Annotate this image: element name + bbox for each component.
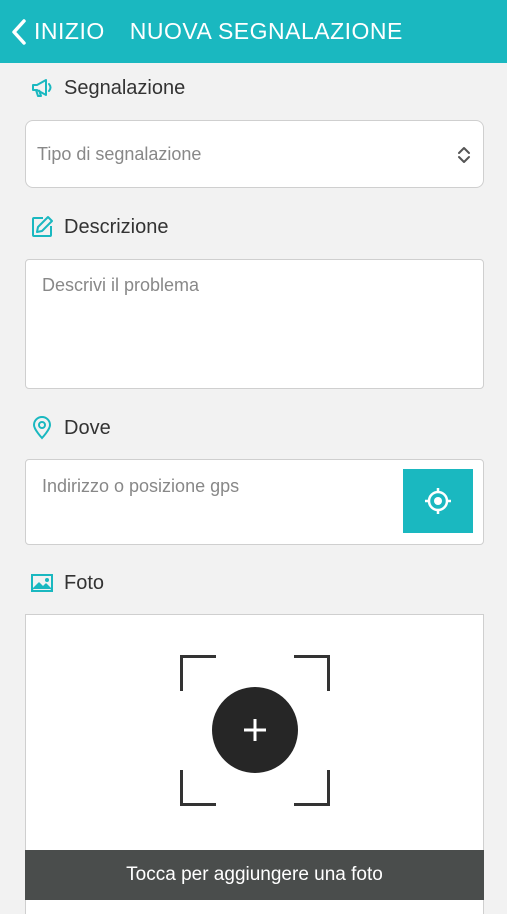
tipo-segnalazione-select[interactable]: Tipo di segnalazione [25,120,484,188]
plus-icon [244,719,266,741]
segnalazione-label-text: Segnalazione [64,76,186,99]
add-photo-bar[interactable]: Tocca per aggiungere una foto [25,850,484,900]
frame-corner-top-left [180,655,216,691]
back-label: INIZIO [34,18,105,44]
page-title: NUOVA SEGNALAZIONE [129,18,403,44]
chevron-left-icon [12,18,26,45]
gps-target-icon [425,488,451,514]
location-pin-icon [30,416,54,440]
segnalazione-label: Segnalazione [30,76,185,100]
frame-corner-top-right [294,655,330,691]
descrizione-placeholder: Descrivi il problema [42,275,200,295]
dove-label: Dove [30,416,111,440]
indirizzo-placeholder: Indirizzo o posizione gps [42,476,240,496]
gps-locate-button[interactable] [403,469,473,533]
foto-label-text: Foto [64,571,105,594]
dove-label-text: Dove [64,416,111,439]
tipo-segnalazione-placeholder: Tipo di segnalazione [37,144,202,164]
add-photo-button[interactable] [212,687,298,773]
descrizione-label: Descrizione [30,215,168,239]
frame-corner-bottom-left [180,770,216,806]
image-icon [30,571,54,595]
back-button[interactable]: INIZIO [0,0,105,63]
frame-corner-bottom-right [294,770,330,806]
chevron-up-down-icon [458,147,470,163]
top-bar: INIZIO NUOVA SEGNALAZIONE [0,0,507,63]
descrizione-textarea[interactable]: Descrivi il problema [25,259,484,389]
descrizione-label-text: Descrizione [64,215,169,238]
megaphone-icon [30,76,54,100]
edit-icon [30,215,54,239]
indirizzo-input[interactable]: Indirizzo o posizione gps [25,459,484,545]
foto-label: Foto [30,571,104,595]
